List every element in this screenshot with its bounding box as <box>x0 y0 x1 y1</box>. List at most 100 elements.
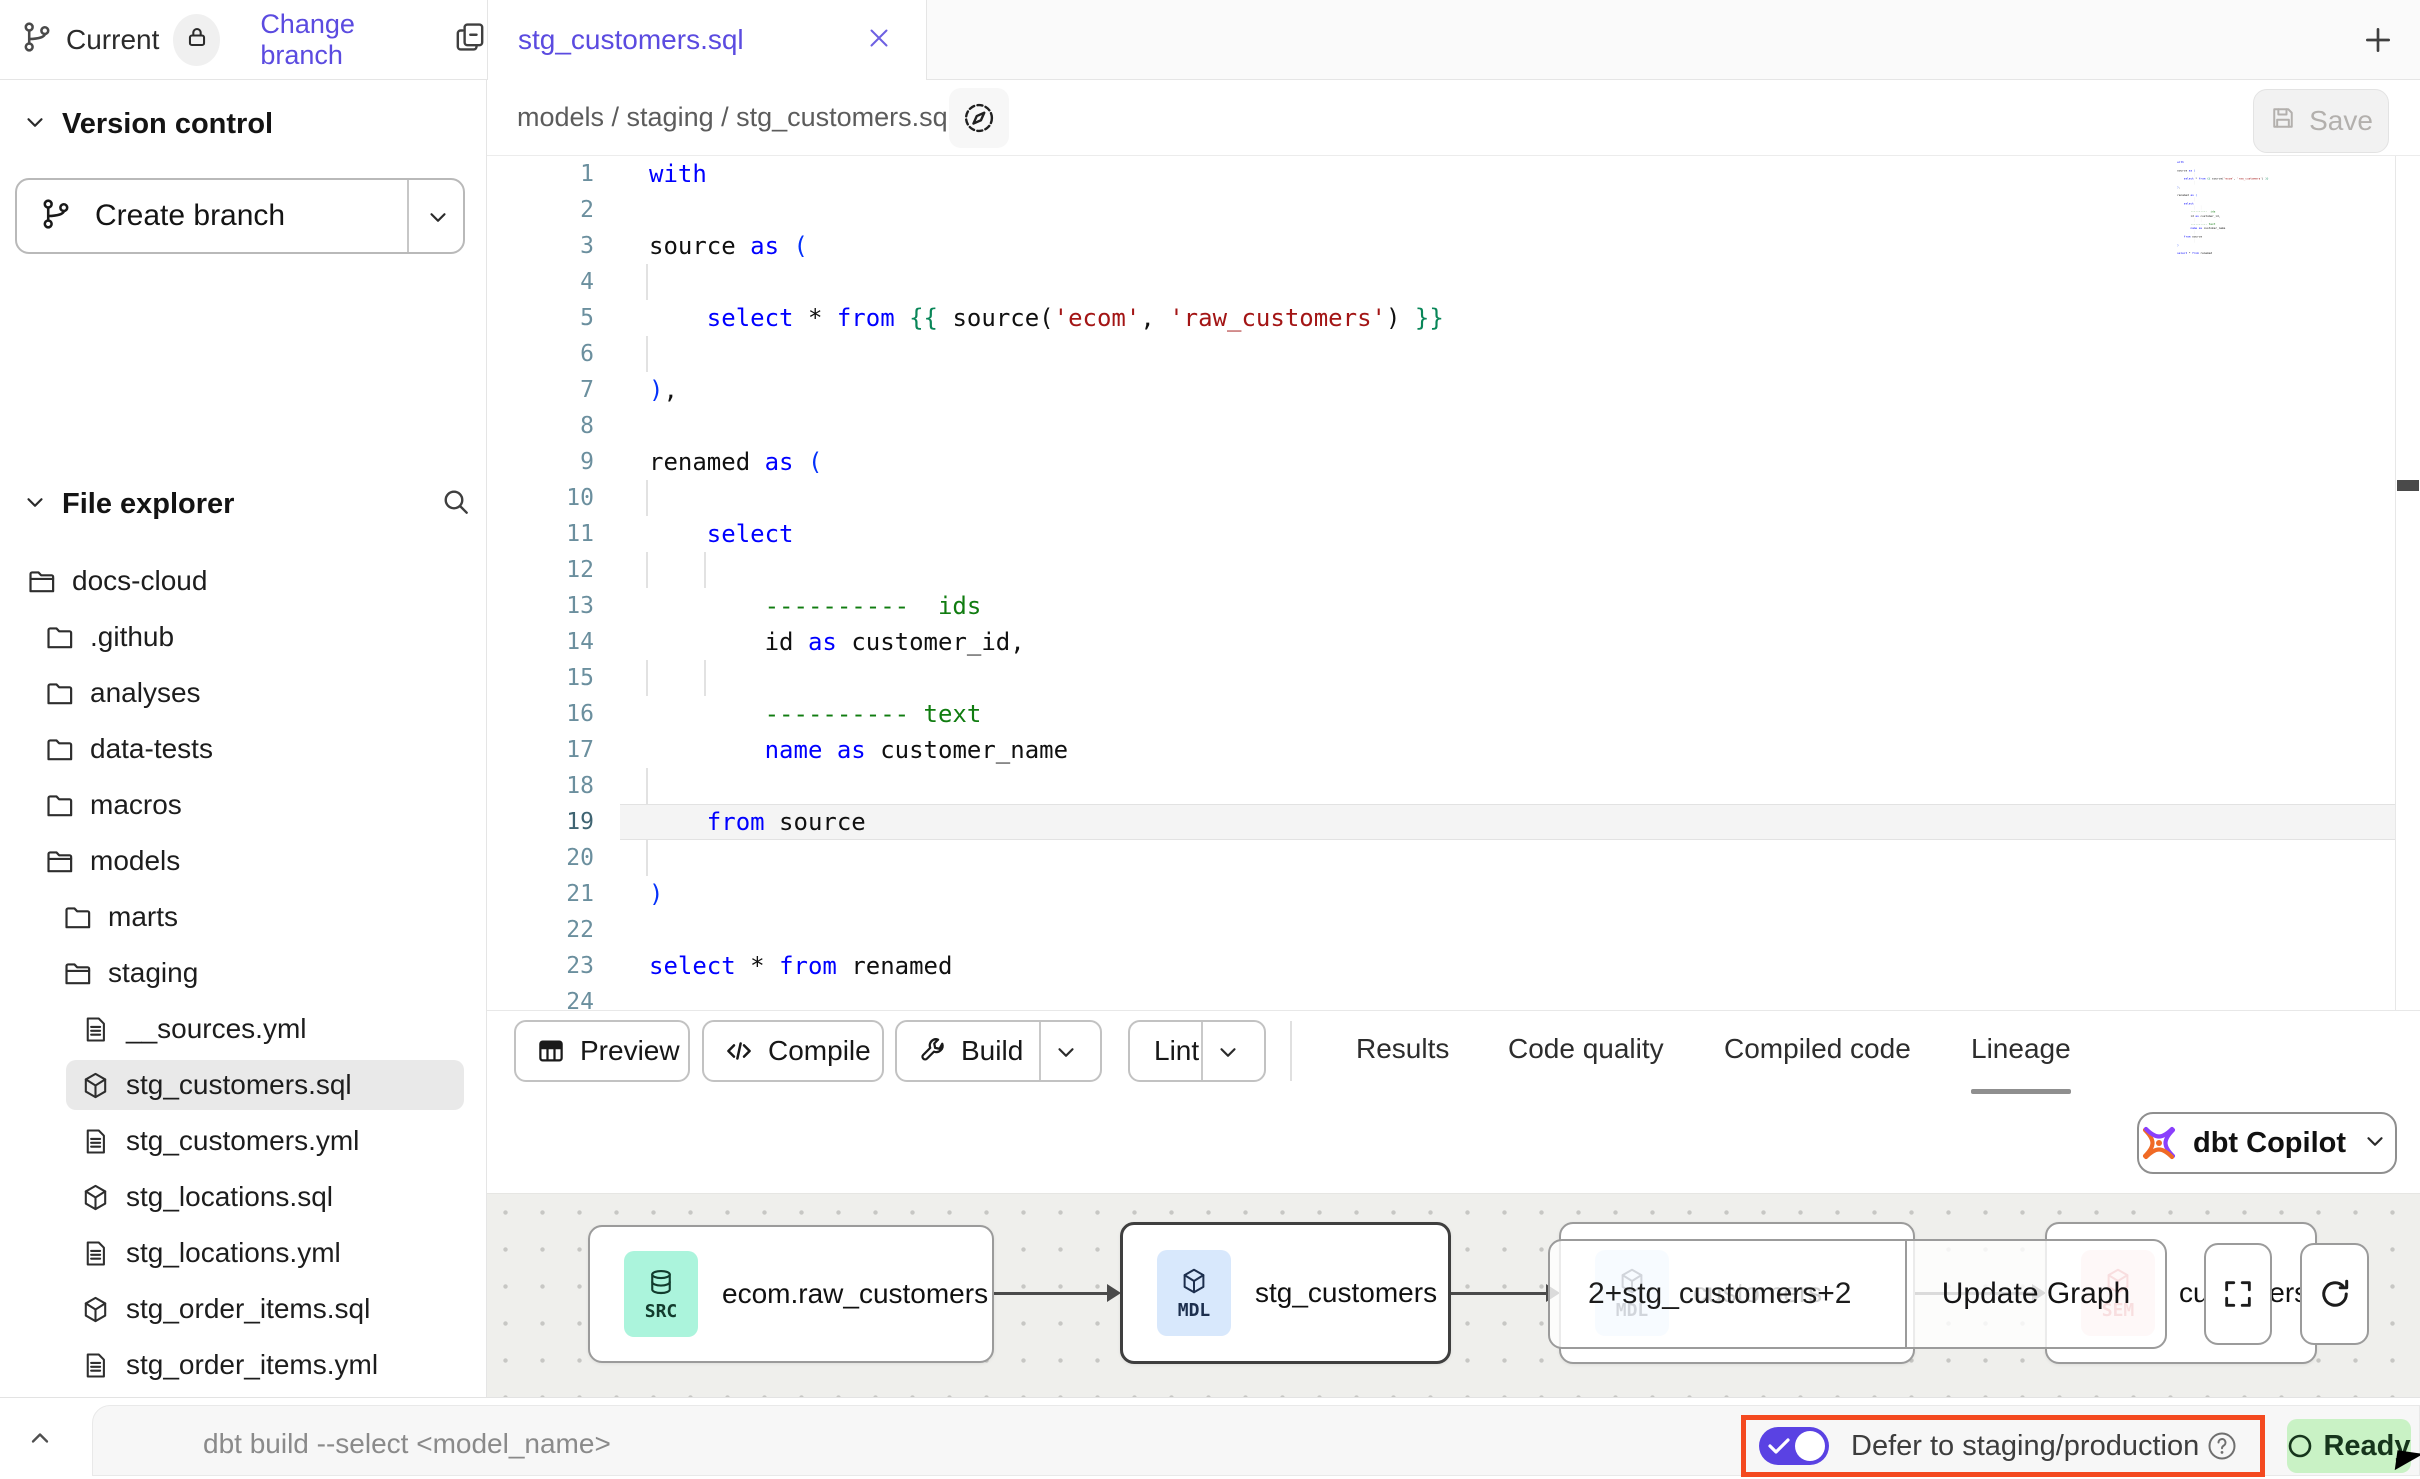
line-number: 11 <box>487 516 594 552</box>
tree-item-stg-customers-yml[interactable]: stg_customers.yml <box>0 1113 484 1169</box>
code-text: select <box>649 516 794 552</box>
folder-icon <box>44 790 75 821</box>
tree-item-stg-order-items-yml[interactable]: stg_order_items.yml <box>0 1337 484 1393</box>
compile-button[interactable]: Compile <box>702 1020 884 1082</box>
chevron-down-icon[interactable] <box>1215 1039 1241 1065</box>
code-line-24: 24 <box>487 984 2420 1010</box>
line-number: 17 <box>487 732 594 768</box>
code-line-16: 16 ---------- text <box>487 696 2420 732</box>
code-line-22: 22 <box>487 912 2420 948</box>
compass-icon[interactable] <box>949 88 1009 148</box>
defer-toggle[interactable] <box>1759 1427 1829 1465</box>
tree-item-label: marts <box>108 901 178 933</box>
lineage-selector-input[interactable]: 2+stg_customers+2 <box>1550 1241 1905 1347</box>
indent-guide <box>704 660 706 696</box>
code-line-11: 11 select <box>487 516 2420 552</box>
build-button[interactable]: Build <box>895 1020 1102 1082</box>
git-branch-icon <box>39 197 73 236</box>
lineage-canvas[interactable]: SRCecom.raw_customers MDLstg_customersMDL… <box>487 1193 2420 1397</box>
node-badge-mdl: MDL <box>1157 1250 1231 1336</box>
file-explorer-header[interactable]: File explorer <box>0 488 486 521</box>
version-control-topbar: Current Change branch <box>0 0 487 80</box>
tree-item-stg-locations-sql[interactable]: stg_locations.sql <box>0 1169 484 1225</box>
code-text: renamed as ( <box>649 444 822 480</box>
code-line-5: 5 select * from {{ source('ecom', 'raw_c… <box>487 300 2420 336</box>
tree-item-analyses[interactable]: analyses <box>0 665 484 721</box>
lock-icon <box>184 24 210 55</box>
tree-item-stg-locations-yml[interactable]: stg_locations.yml <box>0 1225 484 1281</box>
chevron-down-icon <box>22 489 48 520</box>
tree-item-models[interactable]: models <box>0 833 484 889</box>
folder-open-icon <box>44 846 75 877</box>
git-branch-icon <box>39 197 73 231</box>
chevron-down-icon[interactable] <box>1053 1039 1079 1065</box>
lineage-node-ecom-raw-customers[interactable]: SRCecom.raw_customers <box>588 1225 994 1363</box>
fullscreen-button[interactable] <box>2204 1243 2272 1345</box>
defer-label: Defer to staging/production <box>1851 1430 2199 1463</box>
copy-icon[interactable] <box>453 20 487 59</box>
status-ready-badge: Ready <box>2287 1419 2411 1473</box>
line-number: 22 <box>487 912 594 948</box>
tab-compiled-code[interactable]: Compiled code <box>1724 1033 1911 1065</box>
chevron-down-icon <box>2362 1128 2388 1154</box>
tree-item-staging[interactable]: staging <box>0 945 484 1001</box>
version-control-header[interactable]: Version control <box>0 108 486 141</box>
tree-item-data-tests[interactable]: data-tests <box>0 721 484 777</box>
file-icon <box>80 1350 111 1381</box>
model-icon <box>1179 1266 1209 1296</box>
refresh-button[interactable] <box>2300 1243 2369 1345</box>
create-branch-button[interactable]: Create branch <box>15 178 465 254</box>
chevron-up-icon[interactable] <box>26 1424 54 1457</box>
tab-results[interactable]: Results <box>1356 1033 1449 1065</box>
code-line-2: 2 <box>487 192 2420 228</box>
new-tab-button[interactable] <box>2362 24 2394 61</box>
split-divider <box>1201 1022 1203 1080</box>
code-text: id as customer_id, <box>649 624 1025 660</box>
line-number: 23 <box>487 948 594 984</box>
save-button[interactable]: Save <box>2253 89 2389 153</box>
breadcrumb: models / staging / stg_customers.sql <box>517 102 954 133</box>
code-editor[interactable]: 1with23source as (45 select * from {{ so… <box>487 156 2420 1010</box>
tree-item-label: stg_customers.yml <box>126 1125 359 1157</box>
code-line-18: 18 <box>487 768 2420 804</box>
line-number: 7 <box>487 372 594 408</box>
chevron-down-icon[interactable] <box>425 204 451 235</box>
version-control-title: Version control <box>62 108 273 141</box>
change-branch-link[interactable]: Change branch <box>260 9 427 71</box>
command-panel[interactable]: dbt build --select <model_name> Defer to… <box>92 1405 2420 1476</box>
lineage-node-stg-customers[interactable]: MDLstg_customers <box>1120 1222 1451 1364</box>
lint-button[interactable]: Lint <box>1128 1020 1266 1082</box>
dbt-copilot-button[interactable]: dbt Copilot <box>2137 1112 2397 1174</box>
tree-item--github[interactable]: .github <box>0 609 484 665</box>
tab-stg-customers[interactable]: stg_customers.sql <box>487 0 927 80</box>
tree-item-macros[interactable]: macros <box>0 777 484 833</box>
status-circle-icon <box>2287 1433 2313 1459</box>
code-line-14: 14 id as customer_id, <box>487 624 2420 660</box>
tree-item-marts[interactable]: marts <box>0 889 484 945</box>
chevron-down-icon <box>22 489 48 515</box>
tree-item-label: stg_order_items.sql <box>126 1293 370 1325</box>
tree-item-label: macros <box>90 789 182 821</box>
indent-guide <box>646 480 648 516</box>
folder-icon <box>44 622 75 653</box>
tree-item--sources-yml[interactable]: __sources.yml <box>0 1001 484 1057</box>
tab-lineage[interactable]: Lineage <box>1971 1033 2071 1065</box>
preview-button[interactable]: Preview <box>514 1020 690 1082</box>
code-lines: 1with23source as (45 select * from {{ so… <box>487 156 2420 1010</box>
code-line-10: 10 <box>487 480 2420 516</box>
folder-icon <box>62 902 93 933</box>
tab-code-quality[interactable]: Code quality <box>1508 1033 1664 1065</box>
close-icon[interactable] <box>864 23 894 58</box>
line-number: 2 <box>487 192 594 228</box>
toggle-knob <box>1795 1431 1825 1461</box>
tree-item-stg-order-items-sql[interactable]: stg_order_items.sql <box>0 1281 484 1337</box>
update-graph-button[interactable]: Update Graph <box>1907 1241 2165 1347</box>
tree-item-docs-cloud[interactable]: docs-cloud <box>0 553 484 609</box>
command-input-text[interactable]: dbt build --select <model_name> <box>203 1428 611 1460</box>
tree-item-stg-customers-sql[interactable]: stg_customers.sql <box>0 1057 484 1113</box>
search-icon[interactable] <box>440 486 472 523</box>
code-line-20: 20 <box>487 840 2420 876</box>
help-icon[interactable] <box>2207 1431 2237 1461</box>
tree-item-label: docs-cloud <box>72 565 207 597</box>
indent-guide <box>646 336 648 372</box>
